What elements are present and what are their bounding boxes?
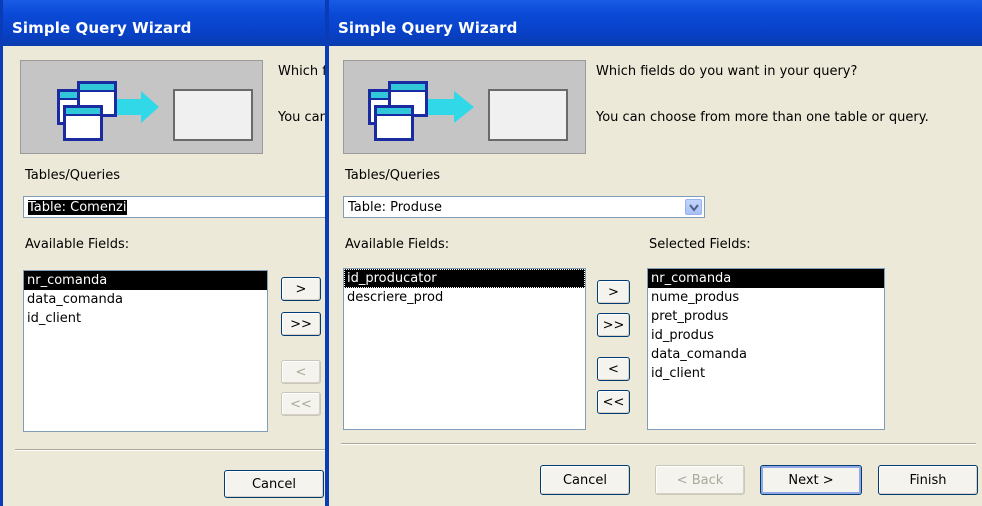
add-field-button[interactable]: > <box>597 280 630 304</box>
combo-value: Table: Produse <box>348 200 443 215</box>
list-item[interactable]: descriere_prod <box>344 288 585 307</box>
available-fields-list[interactable]: nr_comanda data_comanda id_client <box>23 270 268 432</box>
tables-queries-combo[interactable]: Table: Produse <box>343 196 705 218</box>
title-bar[interactable]: Simple Query Wizard <box>329 0 982 46</box>
list-item[interactable]: nr_comanda <box>24 271 267 290</box>
intro-text-1: Which fields do you want in your query? <box>596 64 858 79</box>
combo-value: Table: Comenzi <box>28 200 127 215</box>
list-item[interactable]: id_client <box>648 364 884 383</box>
list-item[interactable]: id_client <box>24 309 267 328</box>
list-item[interactable]: data_comanda <box>24 290 267 309</box>
intro-text-2: You can <box>278 110 328 125</box>
back-button[interactable]: < Back <box>655 465 745 495</box>
wizard-illustration <box>343 60 586 154</box>
window-title: Simple Query Wizard <box>12 19 192 37</box>
remove-all-fields-button[interactable]: << <box>281 392 321 416</box>
tables-queries-combo[interactable]: Table: Comenzi <box>23 196 329 218</box>
title-bar[interactable]: Simple Query Wizard <box>3 0 329 46</box>
window-title: Simple Query Wizard <box>338 19 518 37</box>
next-button[interactable]: Next > <box>760 465 862 495</box>
available-fields-label: Available Fields: <box>345 237 450 252</box>
intro-text-2: You can choose from more than one table … <box>596 110 929 125</box>
list-item[interactable]: data_comanda <box>648 345 884 364</box>
remove-field-button[interactable]: < <box>597 357 630 381</box>
list-item[interactable]: id_produs <box>648 326 884 345</box>
remove-field-button[interactable]: < <box>281 360 321 384</box>
finish-button[interactable]: Finish <box>878 465 978 495</box>
tables-queries-label: Tables/Queries <box>25 168 120 183</box>
cancel-button[interactable]: Cancel <box>540 465 630 495</box>
list-item[interactable]: id_producator <box>344 269 585 288</box>
chevron-down-icon <box>689 204 699 212</box>
add-all-fields-button[interactable]: >> <box>281 312 321 336</box>
add-field-button[interactable]: > <box>281 277 321 301</box>
available-fields-list[interactable]: id_producator descriere_prod <box>343 268 586 430</box>
cancel-button[interactable]: Cancel <box>224 470 324 498</box>
available-fields-label: Available Fields: <box>25 237 130 252</box>
separator <box>341 443 976 445</box>
selected-fields-label: Selected Fields: <box>649 237 751 252</box>
list-item[interactable]: nume_produs <box>648 288 884 307</box>
list-item[interactable]: nr_comanda <box>648 269 884 288</box>
selected-fields-list[interactable]: nr_comanda nume_produs pret_produs id_pr… <box>647 268 885 430</box>
wizard-window-back: Simple Query Wizard Which f You can Tabl… <box>0 0 329 506</box>
separator <box>15 449 329 451</box>
tables-queries-label: Tables/Queries <box>345 168 440 183</box>
add-all-fields-button[interactable]: >> <box>597 313 630 337</box>
wizard-window-front: Simple Query Wizard Which fields do you … <box>325 0 982 506</box>
intro-text-1: Which f <box>278 64 327 79</box>
dropdown-arrow-button[interactable] <box>685 199 702 215</box>
wizard-illustration <box>20 60 263 154</box>
list-item[interactable]: pret_produs <box>648 307 884 326</box>
remove-all-fields-button[interactable]: << <box>597 390 630 414</box>
